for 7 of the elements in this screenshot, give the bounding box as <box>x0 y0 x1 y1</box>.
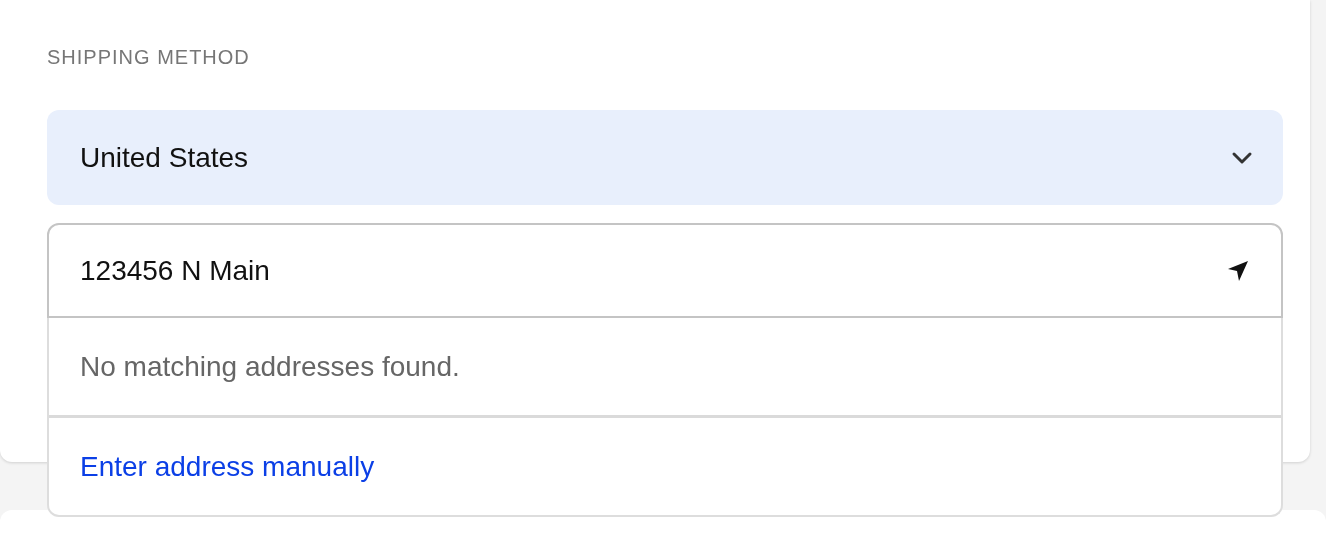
section-label: SHIPPING METHOD <box>47 45 251 70</box>
address-field[interactable]: 123456 N Main <box>47 223 1283 318</box>
chevron-down-icon <box>1231 150 1253 165</box>
location-arrow-icon[interactable] <box>1227 260 1249 282</box>
no-results-message: No matching addresses found. <box>80 350 460 383</box>
manual-address-link[interactable]: Enter address manually <box>80 450 375 483</box>
country-select[interactable]: United States <box>47 110 1283 205</box>
